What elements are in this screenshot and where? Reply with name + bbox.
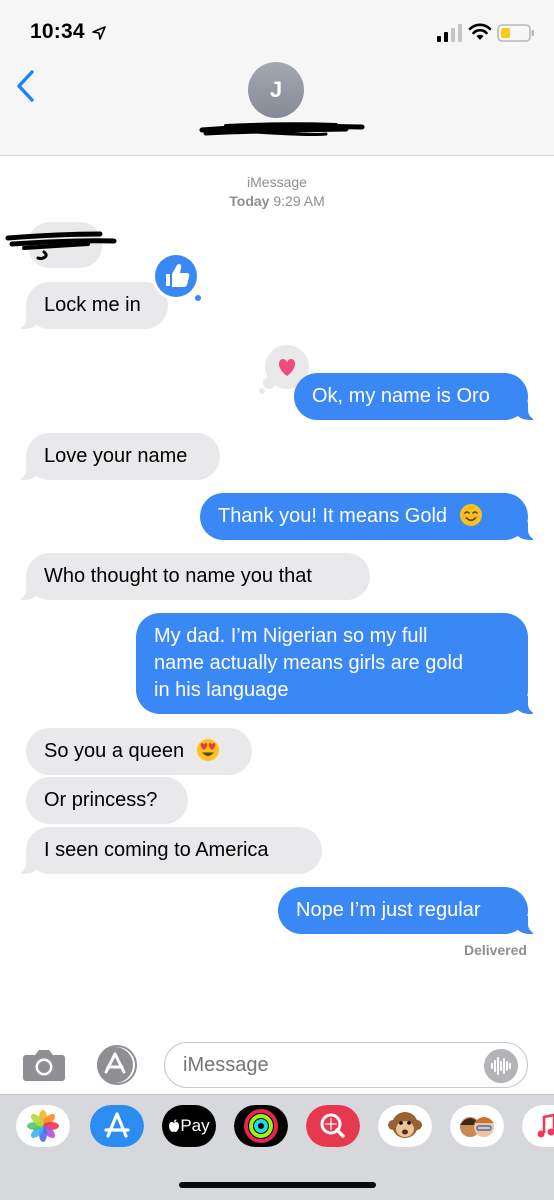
message-bubble-incoming[interactable]: Or princess? [26, 777, 188, 824]
message-bubble-outgoing[interactable]: Thank you! It means Gold [200, 493, 538, 540]
camera-icon[interactable] [22, 1047, 66, 1083]
location-arrow-icon [92, 26, 106, 40]
message-bubble-incoming[interactable]: I seen coming to America [16, 827, 322, 874]
message-text: Ok, my name is Oro [312, 385, 490, 407]
message-text: Or princess? [44, 789, 158, 811]
avatar-initial: J [269, 77, 283, 102]
message-text: Nope I’m just regular [296, 899, 481, 921]
wifi-icon [468, 23, 492, 40]
message-text: I seen coming to America [44, 839, 269, 861]
music-icon[interactable] [522, 1105, 554, 1147]
battery-low-power-icon [497, 24, 534, 42]
message-bubble-outgoing[interactable]: My dad. I’m Nigerian so my full name act… [136, 613, 538, 714]
message-text: Lock me in [44, 294, 141, 316]
thumbs-up-tapback-icon[interactable] [150, 250, 208, 306]
contact-avatar[interactable]: J [248, 62, 304, 118]
message-line: name actually means girls are gold [154, 652, 464, 674]
app-store-icon[interactable] [90, 1105, 144, 1147]
thread-timestamp: Today 9:29 AM [0, 193, 554, 209]
message-bubble-incoming[interactable]: Love your name [16, 433, 220, 480]
message-bubble-incoming[interactable]: So you a queen [26, 728, 252, 775]
timestamp-time: 9:29 AM [273, 193, 325, 209]
cellular-signal-icon [437, 24, 462, 42]
message-text: Thank you! It means Gold [218, 505, 448, 527]
animoji-monkey-icon[interactable] [378, 1105, 432, 1147]
timestamp-day: Today [229, 193, 270, 209]
redacted-sender-name-scribble [5, 231, 117, 260]
memoji-icon[interactable] [450, 1105, 504, 1147]
delivered-status: Delivered [463, 942, 527, 958]
message-text: Who thought to name you that [44, 565, 312, 587]
message-bubble-incoming[interactable]: Lock me in [16, 282, 168, 329]
message-text: So you a queen [44, 740, 185, 762]
message-line: in his language [154, 679, 289, 701]
status-time: 10:34 [30, 20, 85, 43]
message-text: Love your name [44, 445, 188, 467]
message-line: My dad. I’m Nigerian so my full [154, 625, 428, 647]
message-bubble-outgoing[interactable]: Nope I’m just regular [278, 887, 538, 934]
heart-eyes-emoji-icon [196, 739, 219, 761]
audio-record-icon[interactable] [484, 1049, 518, 1083]
back-chevron-icon[interactable] [14, 68, 40, 104]
photos-app-icon[interactable] [16, 1105, 70, 1147]
search-images-icon[interactable] [306, 1105, 360, 1147]
conversation-header: 10:34 J [0, 0, 554, 156]
apple-logo-icon [169, 1119, 180, 1132]
composer-bar [0, 1036, 554, 1094]
thread-service-label: iMessage [247, 174, 307, 190]
activity-rings-icon[interactable] [234, 1105, 288, 1147]
message-bubble-incoming[interactable]: Who thought to name you that [16, 553, 370, 600]
redacted-contact-name-scribble [199, 122, 365, 136]
app-store-drawer-icon[interactable] [93, 1045, 141, 1085]
apple-pay-icon[interactable]: Pay [162, 1105, 216, 1147]
message-bubble-outgoing[interactable]: Ok, my name is Oro [294, 373, 538, 420]
smiling-face-emoji-icon [459, 504, 482, 526]
message-input[interactable] [164, 1042, 528, 1088]
apple-pay-label: Pay [180, 1116, 210, 1135]
home-indicator[interactable] [179, 1182, 376, 1188]
